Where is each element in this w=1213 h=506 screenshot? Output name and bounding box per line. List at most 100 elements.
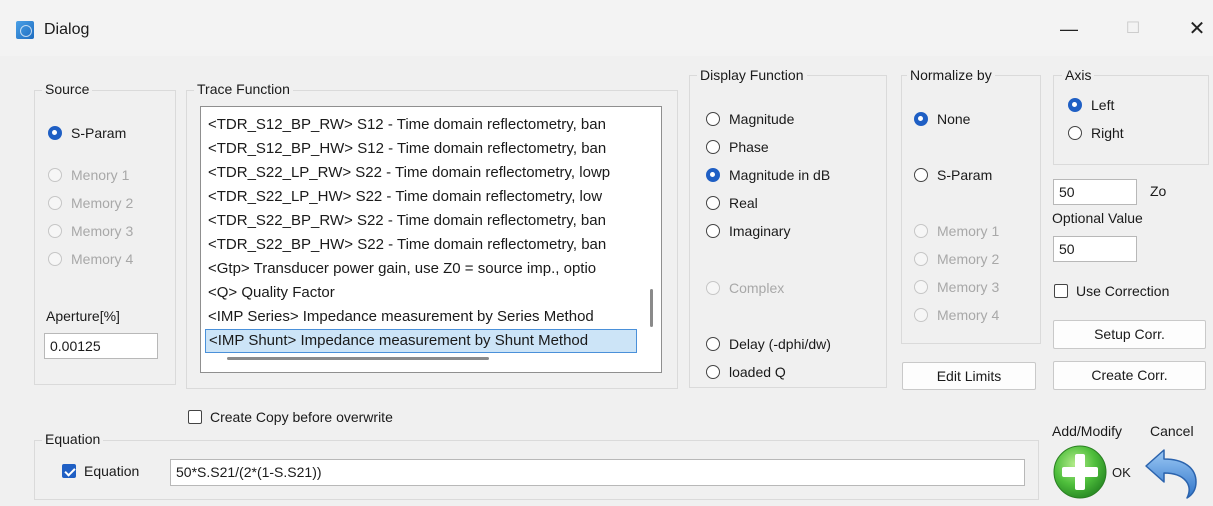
optional-value-input[interactable]: 50 xyxy=(1053,236,1137,262)
normalize-radio-1[interactable]: None xyxy=(914,110,970,128)
display-radio-8[interactable]: loaded Q xyxy=(706,363,786,381)
title-bar: Dialog — ☐ ✕ xyxy=(0,0,1213,56)
source-legend: Source xyxy=(42,81,93,97)
ok-button[interactable]: OK xyxy=(1052,444,1144,500)
display-radio-label: Delay (-dphi/dw) xyxy=(729,336,831,352)
display-radio-1[interactable]: Magnitude xyxy=(706,110,794,128)
radio-dot[interactable] xyxy=(706,112,720,127)
close-button[interactable]: ✕ xyxy=(1180,14,1213,44)
normalize-radio-5: Memory 3 xyxy=(914,278,999,296)
radio-dot xyxy=(48,168,62,183)
cancel-button[interactable] xyxy=(1140,444,1204,500)
horizontal-scrollbar-thumb[interactable] xyxy=(227,357,489,360)
radio-dot xyxy=(706,281,720,296)
trace-list-item[interactable]: <IMP Series> Impedance measurement by Se… xyxy=(205,305,637,329)
source-radio-label: S-Param xyxy=(71,125,127,141)
add-plus-icon xyxy=(1053,445,1107,499)
display-radio-label: Phase xyxy=(729,139,769,155)
normalize-radio-label: None xyxy=(937,111,971,127)
ok-label: OK xyxy=(1112,465,1131,480)
cancel-label: Cancel xyxy=(1150,423,1194,439)
trace-list-item[interactable]: <Gtp> Transducer power gain, use Z0 = so… xyxy=(205,257,637,281)
display-radio-3[interactable]: Magnitude in dB xyxy=(706,166,830,184)
edit-limits-button[interactable]: Edit Limits xyxy=(902,362,1036,390)
radio-dot[interactable] xyxy=(914,168,928,183)
optional-value-label: Optional Value xyxy=(1052,210,1143,226)
normalize-radio-label: Memory 3 xyxy=(937,279,1000,295)
radio-dot[interactable] xyxy=(706,365,720,380)
radio-dot[interactable] xyxy=(48,126,62,141)
source-radio-1[interactable]: S-Param xyxy=(48,124,126,142)
display-radio-5[interactable]: Imaginary xyxy=(706,222,790,240)
axis-group xyxy=(1053,75,1209,165)
radio-dot xyxy=(48,224,62,239)
display-function-legend: Display Function xyxy=(697,67,807,83)
trace-list-item[interactable]: <TDR_S12_BP_RW> S12 - Time domain reflec… xyxy=(205,113,637,137)
radio-dot[interactable] xyxy=(1068,126,1082,141)
display-radio-label: Magnitude xyxy=(729,111,795,127)
display-radio-label: Complex xyxy=(729,280,785,296)
source-radio-label: Memory 2 xyxy=(71,195,134,211)
axis-radio-1[interactable]: Left xyxy=(1068,96,1114,114)
minimize-button[interactable]: — xyxy=(1052,14,1086,44)
display-radio-4[interactable]: Real xyxy=(706,194,758,212)
use-correction-checkbox[interactable]: Use Correction xyxy=(1054,282,1169,300)
create-copy-label: Create Copy before overwrite xyxy=(210,409,393,425)
axis-radio-2[interactable]: Right xyxy=(1068,124,1124,142)
source-radio-5: Memory 4 xyxy=(48,250,133,268)
source-radio-4: Memory 3 xyxy=(48,222,133,240)
trace-list-item[interactable]: <TDR_S22_BP_HW> S22 - Time domain reflec… xyxy=(205,233,637,257)
vertical-scrollbar-thumb[interactable] xyxy=(650,289,653,327)
radio-dot[interactable] xyxy=(914,112,928,127)
trace-list-item[interactable]: <TDR_S22_LP_HW> S22 - Time domain reflec… xyxy=(205,185,637,209)
trace-function-list[interactable]: <TDR_S12_BP_RW> S12 - Time domain reflec… xyxy=(200,106,662,373)
maximize-button[interactable]: ☐ xyxy=(1116,14,1150,44)
radio-dot xyxy=(48,252,62,267)
display-radio-2[interactable]: Phase xyxy=(706,138,769,156)
source-radio-label: Menory 1 xyxy=(71,167,130,183)
use-correction-box[interactable] xyxy=(1054,284,1068,299)
normalize-radio-3: Memory 1 xyxy=(914,222,999,240)
zo-label: Zo xyxy=(1150,183,1167,199)
source-radio-label: Memory 3 xyxy=(71,223,134,239)
display-radio-7[interactable]: Delay (-dphi/dw) xyxy=(706,335,831,353)
radio-dot[interactable] xyxy=(706,196,720,211)
radio-dot[interactable] xyxy=(706,140,720,155)
radio-dot xyxy=(48,196,62,211)
normalize-radio-2[interactable]: S-Param xyxy=(914,166,992,184)
source-radio-3: Memory 2 xyxy=(48,194,133,212)
create-copy-box[interactable] xyxy=(188,410,202,425)
use-correction-label: Use Correction xyxy=(1076,283,1170,299)
equation-checkbox-label: Equation xyxy=(84,463,140,479)
normalize-radio-label: S-Param xyxy=(937,167,993,183)
axis-radio-label: Left xyxy=(1091,97,1115,113)
display-radio-label: Imaginary xyxy=(729,223,791,239)
display-radio-label: Real xyxy=(729,195,758,211)
radio-dot[interactable] xyxy=(1068,98,1082,113)
trace-list-item[interactable]: <IMP Shunt> Impedance measurement by Shu… xyxy=(205,329,637,353)
normalize-radio-label: Memory 2 xyxy=(937,251,1000,267)
app-icon xyxy=(16,21,34,39)
trace-list-item[interactable]: <TDR_S22_BP_RW> S22 - Time domain reflec… xyxy=(205,209,637,233)
create-corr-button[interactable]: Create Corr. xyxy=(1053,361,1206,390)
trace-list-item[interactable]: <Q> Quality Factor xyxy=(205,281,637,305)
radio-dot[interactable] xyxy=(706,224,720,239)
radio-dot[interactable] xyxy=(706,337,720,352)
create-copy-checkbox[interactable]: Create Copy before overwrite xyxy=(188,408,393,426)
trace-list-item[interactable]: <TDR_S12_BP_HW> S12 - Time domain reflec… xyxy=(205,137,637,161)
source-radio-2: Menory 1 xyxy=(48,166,129,184)
normalize-radio-4: Memory 2 xyxy=(914,250,999,268)
trace-list-item[interactable]: <TDR_S22_LP_RW> S22 - Time domain reflec… xyxy=(205,161,637,185)
zo-input[interactable]: 50 xyxy=(1053,179,1137,205)
trace-function-legend: Trace Function xyxy=(194,81,293,97)
equation-checkbox[interactable]: Equation xyxy=(62,462,139,480)
axis-radio-label: Right xyxy=(1091,125,1124,141)
radio-dot[interactable] xyxy=(706,168,720,183)
equation-legend: Equation xyxy=(42,431,104,447)
setup-corr-button[interactable]: Setup Corr. xyxy=(1053,320,1206,349)
aperture-input[interactable]: 0.00125 xyxy=(44,333,158,359)
equation-input[interactable]: 50*S.S21/(2*(1-S.S21)) xyxy=(170,459,1025,486)
equation-check-box[interactable] xyxy=(62,464,76,479)
aperture-label: Aperture[%] xyxy=(46,308,120,324)
normalize-legend: Normalize by xyxy=(907,67,995,83)
